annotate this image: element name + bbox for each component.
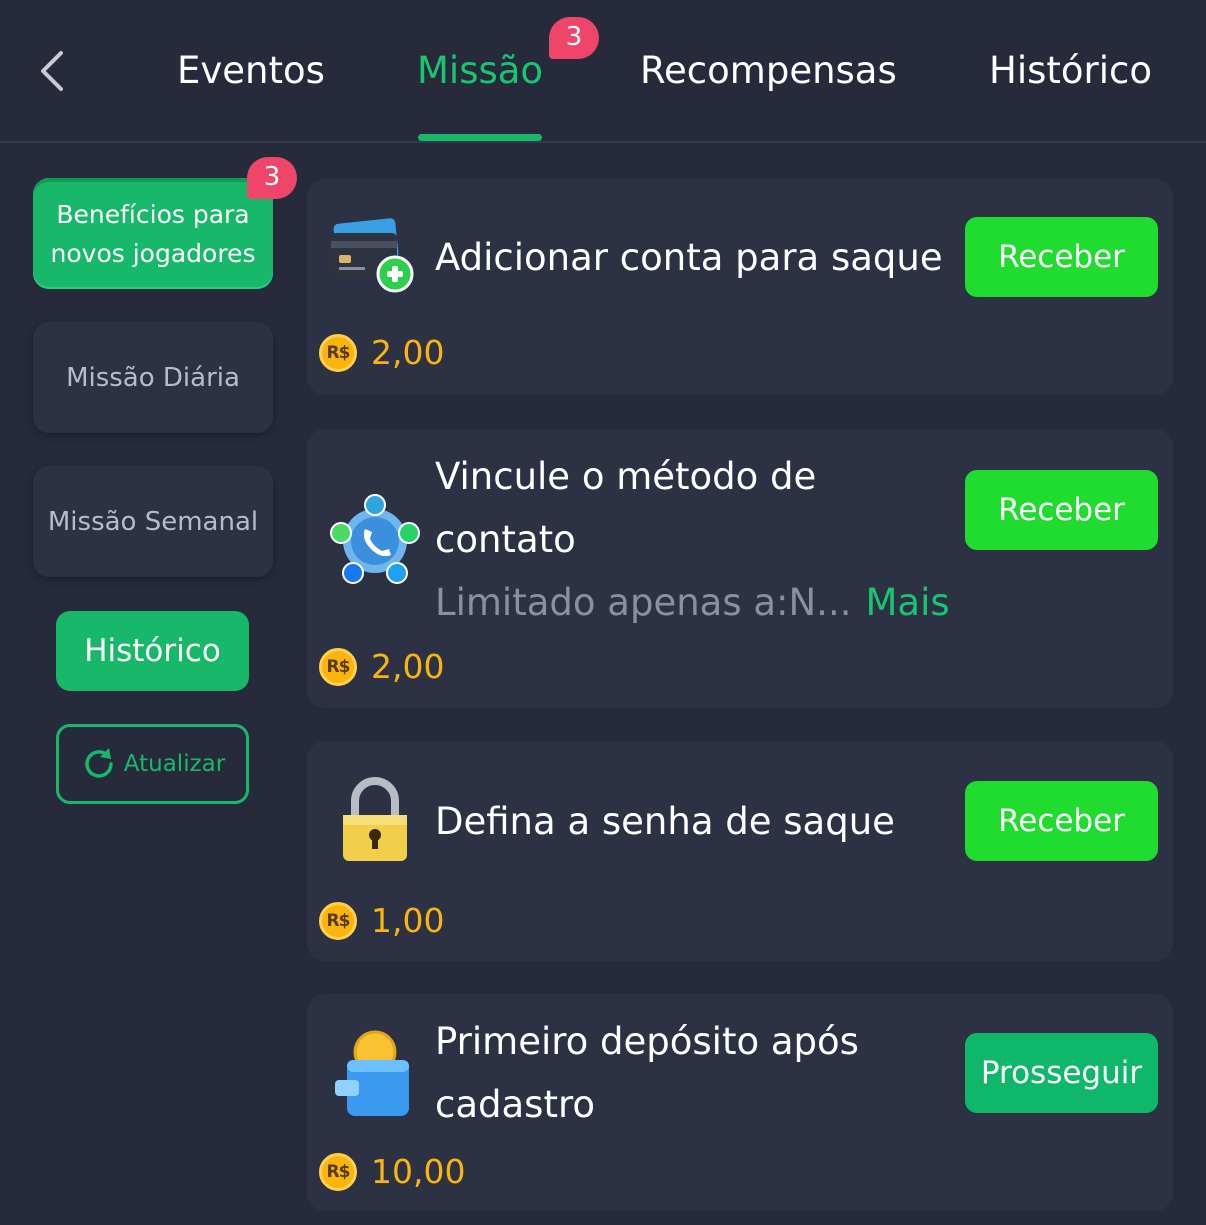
reward-value: 2,00	[371, 647, 445, 686]
mission-title: Vincule o método de contato	[435, 455, 817, 561]
coin-icon: R$	[319, 647, 357, 686]
mission-card: Primeiro depósito após cadastro Prossegu…	[307, 994, 1173, 1211]
refresh-icon	[85, 748, 113, 778]
wallet-coin-icon	[325, 1026, 425, 1126]
proceed-button-label: Prosseguir	[980, 1055, 1143, 1091]
mission-title: Defina a senha de saque	[435, 800, 895, 843]
history-button-label: Histórico	[84, 633, 221, 669]
sidebar-item-label: Benefícios para novos jogadores	[50, 199, 256, 268]
mission-card: Defina a senha de saque Receber R$ 1,00	[307, 741, 1173, 961]
active-tab-indicator	[418, 134, 542, 141]
receive-button-label: Receber	[998, 803, 1125, 839]
reward-value: 2,00	[371, 333, 445, 372]
sidebar-item-label: Missão Diária	[66, 362, 240, 393]
mission-reward: R$ 10,00	[319, 1152, 465, 1191]
reward-value: 10,00	[371, 1152, 466, 1191]
mission-card: Vincule o método de contato Limitado ape…	[307, 429, 1173, 708]
sidebar-item-label: Missão Semanal	[47, 506, 259, 537]
proceed-button[interactable]: Prosseguir	[965, 1033, 1158, 1113]
receive-button[interactable]: Receber	[965, 217, 1158, 297]
sidebar-item-weekly-mission[interactable]: Missão Semanal	[33, 466, 273, 577]
chevron-left-icon	[41, 51, 63, 91]
more-link[interactable]: Mais	[865, 581, 949, 624]
tab-recompensas[interactable]: Recompensas	[640, 44, 897, 98]
coin-icon: R$	[319, 333, 357, 372]
tab-historico[interactable]: Histórico	[989, 44, 1152, 98]
coin-icon: R$	[319, 1152, 357, 1191]
receive-button[interactable]: Receber	[965, 781, 1158, 861]
bank-card-add-icon	[325, 209, 425, 309]
coin-icon: R$	[319, 901, 357, 940]
refresh-label: Atualizar	[123, 751, 226, 777]
refresh-button[interactable]: Atualizar	[56, 724, 249, 804]
mission-subtitle: Limitado apenas a:N... Mais	[435, 571, 950, 634]
sidebar-item-daily-mission[interactable]: Missão Diária	[33, 322, 273, 433]
receive-button[interactable]: Receber	[965, 470, 1158, 550]
tab-eventos[interactable]: Eventos	[177, 44, 325, 98]
sidebar-badge: 3	[247, 157, 297, 199]
back-button[interactable]	[28, 44, 76, 98]
reward-value: 1,00	[371, 901, 445, 940]
mission-title: Primeiro depósito após cadastro	[435, 1020, 859, 1126]
receive-button-label: Receber	[998, 239, 1125, 275]
mission-limit-text: Limitado apenas a:N...	[435, 581, 852, 624]
mission-card: Adicionar conta para saque Receber R$ 2,…	[307, 179, 1173, 395]
top-nav: Eventos Missão 3 Recompensas Histórico	[0, 0, 1206, 143]
sidebar-item-new-player-benefits[interactable]: Benefícios para novos jogadores	[33, 178, 273, 289]
history-button[interactable]: Histórico	[56, 611, 249, 691]
receive-button-label: Receber	[998, 492, 1125, 528]
tab-missao-badge: 3	[549, 17, 599, 59]
mission-title: Adicionar conta para saque	[435, 236, 943, 279]
padlock-icon	[325, 771, 425, 871]
tab-missao[interactable]: Missão	[417, 44, 543, 98]
mission-reward: R$ 2,00	[319, 333, 444, 372]
mission-reward: R$ 2,00	[319, 647, 444, 686]
mission-reward: R$ 1,00	[319, 901, 444, 940]
contact-methods-icon	[325, 493, 425, 593]
